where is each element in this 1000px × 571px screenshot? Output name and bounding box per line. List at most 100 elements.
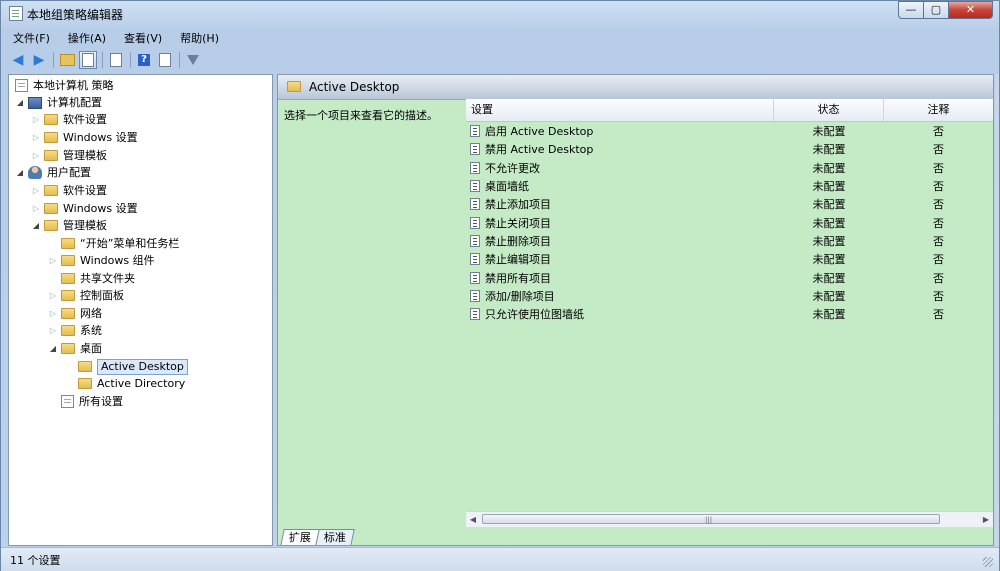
table-row[interactable]: 禁止编辑项目 未配置 否 bbox=[466, 250, 993, 268]
tree-item-computer-config[interactable]: ◢ 计算机配置 bbox=[15, 94, 102, 111]
expand-icon[interactable]: ▷ bbox=[31, 111, 41, 128]
column-header-comment[interactable]: 注释 bbox=[884, 99, 993, 121]
setting-name: 桌面墙纸 bbox=[485, 180, 529, 194]
comment-cell: 否 bbox=[933, 308, 944, 322]
tree-item-network[interactable]: ▷ 网络 bbox=[48, 305, 102, 322]
window-title: 本地组策略编辑器 bbox=[27, 8, 124, 22]
tree-item-all-settings[interactable]: 所有设置 bbox=[48, 393, 123, 410]
expand-icon[interactable]: ▷ bbox=[31, 182, 41, 199]
comment-cell: 否 bbox=[933, 253, 944, 267]
expand-icon[interactable]: ▷ bbox=[31, 200, 41, 217]
scroll-left-icon[interactable]: ◀ bbox=[466, 512, 480, 527]
tree-label: 控制面板 bbox=[80, 289, 124, 302]
setting-cell: 禁用 Active Desktop bbox=[466, 141, 774, 157]
expand-icon[interactable]: ▷ bbox=[48, 252, 58, 269]
table-row[interactable]: 禁止关闭项目 未配置 否 bbox=[466, 213, 993, 231]
folder-icon bbox=[44, 114, 58, 125]
tree-item-user-admin[interactable]: ◢ 管理模板 bbox=[31, 217, 107, 234]
tree-item-start-menu[interactable]: “开始”菜单和任务栏 bbox=[48, 235, 179, 252]
column-header-setting[interactable]: 设置 bbox=[466, 99, 774, 121]
table-row[interactable]: 禁止删除项目 未配置 否 bbox=[466, 232, 993, 250]
expand-icon[interactable]: ▷ bbox=[31, 129, 41, 146]
menu-help[interactable]: 帮助(H) bbox=[176, 28, 223, 46]
table-row[interactable]: 不允许更改 未配置 否 bbox=[466, 159, 993, 177]
table-row[interactable]: 添加/删除项目 未配置 否 bbox=[466, 287, 993, 305]
expand-icon[interactable]: ▷ bbox=[31, 147, 41, 164]
tree-label: 共享文件夹 bbox=[80, 272, 135, 285]
tree-item-user-windows[interactable]: ▷ Windows 设置 bbox=[31, 200, 138, 217]
tree-item-active-desktop[interactable]: Active Desktop bbox=[65, 358, 188, 375]
scroll-right-icon[interactable]: ▶ bbox=[979, 512, 993, 527]
maximize-button[interactable]: ▢ bbox=[924, 1, 949, 19]
tab-extended[interactable]: 扩展 bbox=[280, 529, 320, 545]
folder-icon bbox=[44, 220, 58, 231]
setting-name: 不允许更改 bbox=[485, 161, 540, 175]
menu-view[interactable]: 查看(V) bbox=[120, 28, 166, 46]
tab-standard[interactable]: 标准 bbox=[315, 529, 355, 545]
tree-item-active-directory[interactable]: Active Directory bbox=[65, 375, 185, 392]
collapse-icon[interactable]: ◢ bbox=[15, 94, 25, 111]
back-icon: ◀ bbox=[12, 52, 24, 68]
title-bar[interactable]: 本地组策略编辑器 — ▢ ✕ bbox=[1, 1, 999, 25]
folder-icon bbox=[61, 343, 75, 354]
folder-icon bbox=[44, 185, 58, 196]
comment-cell: 否 bbox=[933, 289, 944, 303]
settings-list[interactable]: 设置 状态 注释 启用 Active Desktop 未配置否禁用 Active … bbox=[466, 99, 993, 323]
setting-name: 启用 Active Desktop bbox=[485, 125, 594, 139]
collapse-icon[interactable]: ◢ bbox=[15, 164, 25, 181]
tree-item-computer-software[interactable]: ▷ 软件设置 bbox=[31, 111, 107, 128]
comment-cell: 否 bbox=[933, 161, 944, 175]
menu-action[interactable]: 操作(A) bbox=[64, 28, 110, 46]
close-button[interactable]: ✕ bbox=[949, 1, 993, 19]
scroll-thumb[interactable]: ||| bbox=[482, 514, 940, 524]
properties-button[interactable] bbox=[156, 51, 174, 69]
tree-item-user-software[interactable]: ▷ 软件设置 bbox=[31, 182, 107, 199]
table-row[interactable]: 桌面墙纸 未配置 否 bbox=[466, 177, 993, 195]
table-row[interactable]: 禁用 Active Desktop 未配置 否 bbox=[466, 140, 993, 158]
tree-item-user-config[interactable]: ◢ 用户配置 bbox=[15, 164, 91, 181]
app-window: 本地组策略编辑器 — ▢ ✕ 文件(F) 操作(A) 查看(V) 帮助(H) ◀… bbox=[0, 0, 1000, 571]
tree-item-windows-components[interactable]: ▷ Windows 组件 bbox=[48, 252, 155, 269]
horizontal-scrollbar[interactable]: ◀ ||| ▶ bbox=[466, 511, 993, 527]
setting-icon bbox=[470, 161, 480, 174]
help-button[interactable]: ? bbox=[135, 51, 153, 69]
policy-tree[interactable]: 本地计算机 策略 ◢ 计算机配置 ▷ 软件设置 ▷ Windows 设置 ▷ 管理模板 … bbox=[8, 74, 273, 546]
collapse-icon[interactable]: ◢ bbox=[31, 217, 41, 234]
setting-name: 禁用所有项目 bbox=[485, 271, 551, 285]
toolbar-separator bbox=[53, 52, 54, 68]
export-list-button[interactable] bbox=[107, 51, 125, 69]
tree-item-computer-windows[interactable]: ▷ Windows 设置 bbox=[31, 129, 138, 146]
tree-label: 系统 bbox=[80, 324, 102, 337]
table-row[interactable]: 禁止添加项目 未配置 否 bbox=[466, 195, 993, 213]
tree-label: Active Directory bbox=[97, 377, 186, 390]
minimize-button[interactable]: — bbox=[898, 1, 924, 19]
tree-item-root[interactable]: 本地计算机 策略 bbox=[12, 77, 114, 94]
up-folder-button[interactable] bbox=[58, 51, 76, 69]
show-hide-tree-button[interactable] bbox=[79, 51, 97, 69]
tree-item-computer-admin[interactable]: ▷ 管理模板 bbox=[31, 147, 107, 164]
setting-name: 禁止添加项目 bbox=[485, 198, 551, 212]
resize-grip-icon[interactable] bbox=[983, 557, 993, 567]
folder-icon bbox=[44, 132, 58, 143]
forward-button[interactable]: ▶ bbox=[30, 51, 48, 69]
collapse-icon[interactable]: ◢ bbox=[48, 340, 58, 357]
menu-file[interactable]: 文件(F) bbox=[9, 28, 54, 46]
filter-button[interactable] bbox=[184, 51, 202, 69]
back-button[interactable]: ◀ bbox=[9, 51, 27, 69]
table-row[interactable]: 启用 Active Desktop 未配置 否 bbox=[466, 122, 993, 140]
tree-item-desktop[interactable]: ◢ 桌面 bbox=[48, 340, 102, 357]
state-cell: 未配置 bbox=[812, 289, 846, 303]
filter-icon bbox=[187, 55, 199, 65]
table-row[interactable]: 只允许使用位图墙纸 未配置 否 bbox=[466, 305, 993, 323]
tree-label: 所有设置 bbox=[79, 395, 123, 408]
expand-icon[interactable]: ▷ bbox=[48, 305, 58, 322]
description-text: 选择一个项目来查看它的描述。 bbox=[284, 109, 438, 122]
tree-item-control-panel[interactable]: ▷ 控制面板 bbox=[48, 287, 124, 304]
tree-item-shared-folders[interactable]: 共享文件夹 bbox=[48, 270, 135, 287]
column-header-state[interactable]: 状态 bbox=[774, 99, 884, 121]
table-row[interactable]: 禁用所有项目 未配置 否 bbox=[466, 268, 993, 286]
tree-item-system[interactable]: ▷ 系统 bbox=[48, 322, 102, 339]
expand-icon[interactable]: ▷ bbox=[48, 322, 58, 339]
state-cell: 未配置 bbox=[812, 308, 846, 322]
expand-icon[interactable]: ▷ bbox=[48, 287, 58, 304]
